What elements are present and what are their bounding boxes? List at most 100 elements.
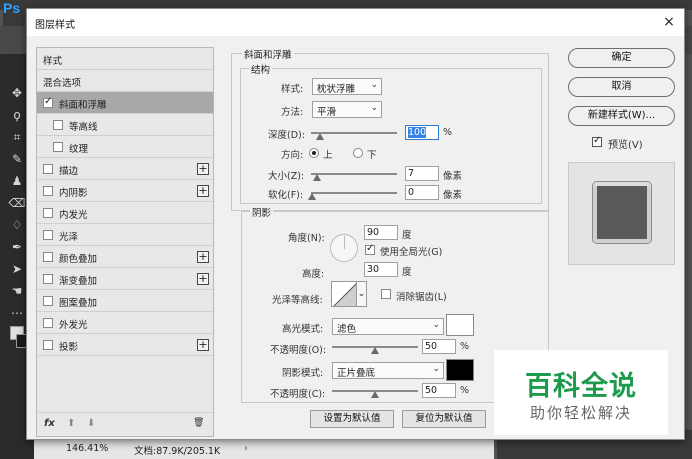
preview-swatch <box>593 182 651 243</box>
style-item[interactable]: 图案叠加 <box>37 290 213 312</box>
dropdown-arrow-icon[interactable]: ⌄ <box>357 281 367 307</box>
style-item[interactable]: 等高线 <box>37 114 213 136</box>
direction-down-radio[interactable] <box>353 148 363 158</box>
style-item-checkbox[interactable] <box>43 230 53 240</box>
blend-options-item[interactable]: 混合选项 <box>37 70 213 92</box>
soften-input[interactable]: 0 <box>405 185 439 200</box>
watermark-logo: 百科全说 助你轻松解决 <box>494 350 668 435</box>
eraser-tool-icon[interactable]: ⌫ <box>6 194 28 212</box>
style-item-label: 颜色叠加 <box>59 254 98 265</box>
style-item-checkbox[interactable] <box>43 318 53 328</box>
style-item[interactable]: 纹理 <box>37 136 213 158</box>
shadow-opacity-input[interactable]: 50 <box>422 383 456 398</box>
more-tools-icon[interactable]: ⋯ <box>6 304 28 322</box>
plus-icon[interactable]: + <box>197 273 209 285</box>
style-item[interactable]: 渐变叠加 + <box>37 268 213 290</box>
blur-tool-icon[interactable]: ♢ <box>6 216 28 234</box>
reset-default-button[interactable]: 复位为默认值 <box>402 410 486 428</box>
style-item-checkbox[interactable] <box>43 186 53 196</box>
fx-icon[interactable]: fx <box>44 418 55 429</box>
preview-checkbox[interactable]: ✓ <box>592 135 602 147</box>
highlight-mode-select[interactable]: 滤色 ⌄ <box>332 318 444 335</box>
style-item[interactable]: 斜面和浮雕 <box>37 92 213 114</box>
soften-label: 软化(F): <box>268 190 304 201</box>
depth-slider-thumb[interactable] <box>316 133 324 140</box>
soften-slider-thumb[interactable] <box>308 193 316 200</box>
style-preview-box <box>568 162 675 265</box>
plus-icon[interactable]: + <box>197 185 209 197</box>
style-item-checkbox[interactable] <box>43 96 53 108</box>
close-icon[interactable]: × <box>659 12 679 32</box>
method-select[interactable]: 平滑 ⌄ <box>312 101 382 118</box>
highlight-opacity-input[interactable]: 50 <box>422 339 456 354</box>
angle-dial[interactable] <box>330 234 358 262</box>
method-label: 方法: <box>281 107 304 118</box>
direction-up-radio[interactable] <box>309 148 319 158</box>
dialog-titlebar[interactable]: 图层样式 × <box>27 9 684 36</box>
dropdown-arrow-icon: ⌄ <box>432 320 440 330</box>
document-info: 文档:87.9K/205.1K <box>134 446 221 457</box>
style-item-checkbox[interactable] <box>43 208 53 218</box>
checkmark-icon: ✓ <box>593 135 602 146</box>
stamp-tool-icon[interactable]: ♟ <box>6 172 28 190</box>
size-input[interactable]: 7 <box>405 166 439 181</box>
depth-input[interactable]: 100 <box>405 125 439 140</box>
gloss-contour-preview[interactable] <box>331 281 357 307</box>
dropdown-arrow-icon: ⌄ <box>370 103 378 113</box>
plus-icon[interactable]: + <box>197 163 209 175</box>
status-arrow-icon[interactable]: › <box>244 443 248 454</box>
style-select[interactable]: 枕状浮雕 ⌄ <box>312 78 382 95</box>
crop-tool-icon[interactable]: ⌗ <box>6 128 28 146</box>
style-item[interactable]: 内阴影 + <box>37 180 213 202</box>
structure-title: 结构 <box>249 62 273 76</box>
brush-tool-icon[interactable]: ✎ <box>6 150 28 168</box>
arrow-down-icon[interactable]: ⬇ <box>87 418 95 429</box>
shadow-color-swatch[interactable] <box>446 359 474 381</box>
style-item[interactable]: 光泽 <box>37 224 213 246</box>
style-item-label: 渐变叠加 <box>59 276 98 287</box>
size-slider-track[interactable] <box>311 173 397 175</box>
style-item[interactable]: 描边 + <box>37 158 213 180</box>
size-slider-thumb[interactable] <box>313 174 321 181</box>
style-item[interactable]: 外发光 <box>37 312 213 334</box>
shadow-mode-select[interactable]: 正片叠底 ⌄ <box>332 362 444 379</box>
style-item-checkbox[interactable] <box>43 252 53 262</box>
plus-icon[interactable]: + <box>197 339 209 351</box>
new-style-button[interactable]: 新建样式(W)... <box>568 106 675 126</box>
dropdown-arrow-icon: ⌄ <box>432 364 440 374</box>
style-item-checkbox[interactable] <box>53 120 63 130</box>
style-item-checkbox[interactable] <box>43 296 53 306</box>
highlight-color-swatch[interactable] <box>446 314 474 336</box>
ok-button[interactable]: 确定 <box>568 48 675 68</box>
lasso-tool-icon[interactable]: ϙ <box>6 106 28 124</box>
style-item[interactable]: 颜色叠加 + <box>37 246 213 268</box>
style-item-checkbox[interactable] <box>53 142 63 152</box>
pen-tool-icon[interactable]: ✒ <box>6 238 28 256</box>
altitude-input[interactable]: 30 <box>364 262 398 277</box>
style-item-checkbox[interactable] <box>43 164 53 174</box>
preview-label: 预览(V) <box>608 140 643 151</box>
style-item-checkbox[interactable] <box>43 340 53 350</box>
style-item-checkbox[interactable] <box>43 274 53 284</box>
soften-slider-track[interactable] <box>311 192 397 194</box>
antialias-checkbox[interactable] <box>381 289 391 299</box>
angle-input[interactable]: 90 <box>364 225 398 240</box>
dropdown-arrow-icon: ⌄ <box>370 80 378 90</box>
shadow-opacity-thumb[interactable] <box>371 391 379 398</box>
arrow-up-icon[interactable]: ⬆ <box>67 418 75 429</box>
style-item[interactable]: 内发光 <box>37 202 213 224</box>
move-tool-icon[interactable]: ✥ <box>6 84 28 102</box>
styles-header[interactable]: 样式 <box>37 48 213 70</box>
hand-tool-icon[interactable]: ☚ <box>6 282 28 300</box>
highlight-opacity-thumb[interactable] <box>371 347 379 354</box>
direction-up-label: 上 <box>323 150 333 161</box>
select-tool-icon[interactable]: ➤ <box>6 260 28 278</box>
set-default-button[interactable]: 设置为默认值 <box>310 410 394 428</box>
style-item-label: 等高线 <box>69 122 98 133</box>
global-light-checkbox[interactable]: ✓ <box>365 243 375 255</box>
style-item[interactable]: 投影 + <box>37 334 213 356</box>
cancel-button[interactable]: 取消 <box>568 77 675 97</box>
plus-icon[interactable]: + <box>197 251 209 263</box>
antialias-label: 消除锯齿(L) <box>396 292 447 303</box>
trash-icon[interactable]: 🗑 <box>193 418 204 428</box>
